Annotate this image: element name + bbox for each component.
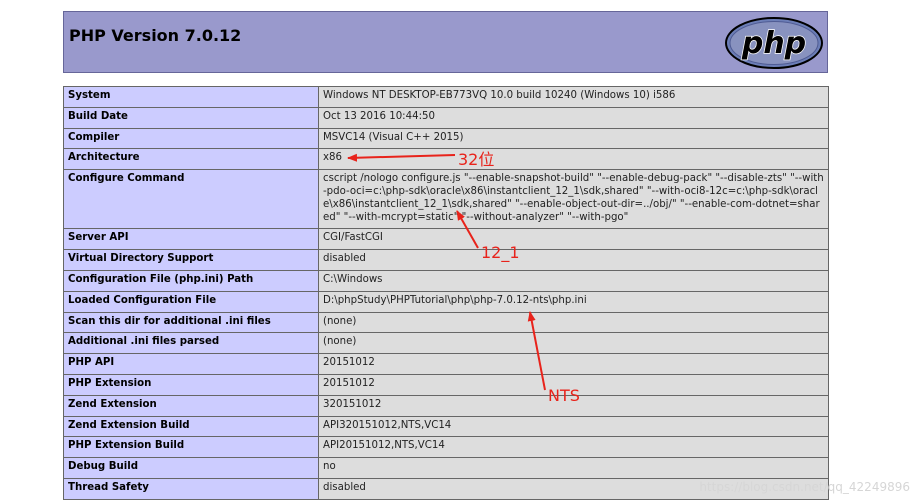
row-label: Zend Extension <box>63 394 319 417</box>
row-label: Compiler <box>63 127 319 150</box>
row-label: Architecture <box>63 148 319 171</box>
table-row: Additional .ini files parsed (none) <box>63 332 829 355</box>
table-row: Debug Build no <box>63 457 829 479</box>
row-value: no <box>318 457 829 479</box>
table-row: PHP API 20151012 <box>63 353 829 375</box>
row-label: PHP Extension <box>63 373 319 396</box>
php-logo-text: php <box>741 26 806 61</box>
row-value: Oct 13 2016 10:44:50 <box>318 106 829 129</box>
row-value: MSVC14 (Visual C++ 2015) <box>318 127 829 150</box>
table-row: Configure Command cscript /nologo configu… <box>63 169 829 230</box>
row-value: x86 <box>318 148 829 171</box>
row-value: cscript /nologo configure.js "--enable-s… <box>318 169 829 230</box>
table-row: PHP Extension 20151012 <box>63 373 829 396</box>
row-label: Configure Command <box>63 169 319 230</box>
nts-annotation: NTS <box>548 386 580 405</box>
table-row: Compiler MSVC14 (Visual C++ 2015) <box>63 127 829 150</box>
php-info-header: PHP Version 7.0.12 php <box>63 11 828 73</box>
row-label: Build Date <box>63 106 319 129</box>
row-value: disabled <box>318 249 829 271</box>
table-row: Virtual Directory Support disabled <box>63 249 829 271</box>
row-value: API20151012,NTS,VC14 <box>318 436 829 459</box>
row-label: System <box>63 86 319 108</box>
table-row: System Windows NT DESKTOP-EB773VQ 10.0 bu… <box>63 86 829 108</box>
row-label: Zend Extension Build <box>63 415 319 438</box>
row-label: Debug Build <box>63 457 319 479</box>
row-label: Additional .ini files parsed <box>63 332 319 355</box>
table-row: Build Date Oct 13 2016 10:44:50 <box>63 106 829 129</box>
table-row: Loaded Configuration File D:\phpStudy\PHP… <box>63 290 829 313</box>
row-label: Scan this dir for additional .ini files <box>63 311 319 334</box>
table-row: Scan this dir for additional .ini files(… <box>63 311 829 334</box>
table-row: PHP Extension Build API20151012,NTS,VC14 <box>63 436 829 459</box>
row-label: Configuration File (php.ini) Path <box>63 269 319 292</box>
table-row: Zend Extension 320151012 <box>63 394 829 417</box>
table-row: Architecture x86 <box>63 148 829 171</box>
row-value: (none) <box>318 332 829 355</box>
row-label: PHP Extension Build <box>63 436 319 459</box>
row-label: Virtual Directory Support <box>63 249 319 271</box>
watermark: https://blog.csdn.net/qq_42249896 <box>699 480 910 494</box>
row-value: C:\Windows <box>318 269 829 292</box>
row-label: PHP API <box>63 353 319 375</box>
row-value: API320151012,NTS,VC14 <box>318 415 829 438</box>
row-label: Server API <box>63 228 319 251</box>
row-value: 20151012 <box>318 353 829 375</box>
table-row: Server API CGI/FastCGI <box>63 228 829 251</box>
row-label: Loaded Configuration File <box>63 290 319 313</box>
row-value: D:\phpStudy\PHPTutorial\php\php-7.0.12-n… <box>318 290 829 313</box>
row-value: (none) <box>318 311 829 334</box>
architecture-annotation: 32位 <box>458 150 495 169</box>
php-info-table: System Windows NT DESKTOP-EB773VQ 10.0 bu… <box>63 86 829 500</box>
table-row: Zend Extension Build API320151012,NTS,VC1… <box>63 415 829 438</box>
php-logo-icon: php <box>725 17 823 69</box>
table-row: Configuration File (php.ini) Path C:\Wind… <box>63 269 829 292</box>
row-value: CGI/FastCGI <box>318 228 829 251</box>
row-label: Thread Safety <box>63 477 319 500</box>
version-annotation: 12_1 <box>481 243 520 262</box>
page-title: PHP Version 7.0.12 <box>69 26 242 45</box>
row-value: Windows NT DESKTOP-EB773VQ 10.0 build 10… <box>318 86 829 108</box>
